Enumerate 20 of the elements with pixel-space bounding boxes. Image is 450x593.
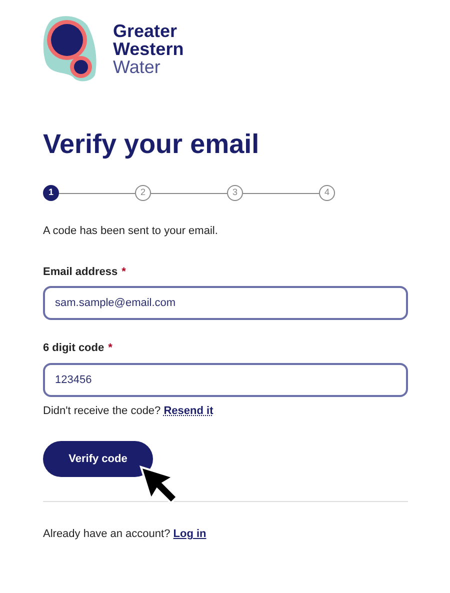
logo-text: Western [113, 40, 184, 58]
input-field[interactable]: sam.sample@email.com [43, 286, 408, 320]
resend-text: Didn't receive the code? Resend it [43, 404, 214, 418]
input-field[interactable]: 123456 [43, 362, 408, 396]
step-indicator: 1 [43, 185, 59, 201]
verify-button[interactable]: Verify code [43, 441, 153, 477]
page-heading: Verify your email [43, 128, 260, 161]
login-text: Already have an account? Log in [43, 527, 208, 542]
resend-link[interactable]: Resend it [164, 404, 214, 416]
required-asterisk: * [108, 341, 112, 356]
required-asterisk: * [122, 264, 126, 280]
logo-text: Greater [113, 22, 178, 40]
field-label: 6 digit code [43, 341, 104, 356]
step-indicator: 3 [227, 185, 243, 201]
info-text: A code has been sent to your email. [43, 224, 219, 239]
logo-text: Water [113, 58, 162, 76]
login-link[interactable]: Log in [173, 528, 206, 540]
field-label: Email address [43, 264, 118, 280]
step-indicator: 4 [319, 185, 335, 201]
step-indicator: 2 [135, 185, 151, 201]
